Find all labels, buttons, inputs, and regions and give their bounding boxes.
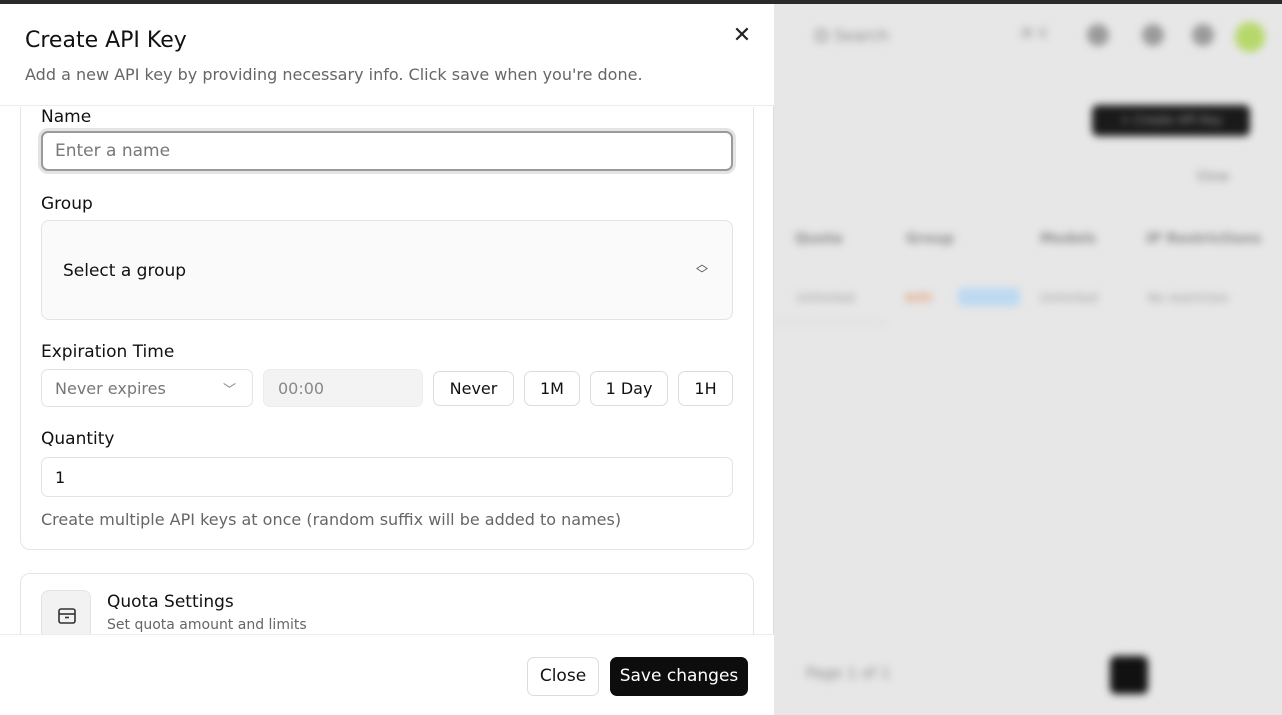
group-label: Group xyxy=(41,194,93,214)
quota-settings-card[interactable]: Quota Settings Set quota amount and limi… xyxy=(20,573,754,634)
quick-1h-button[interactable]: 1H xyxy=(678,371,733,406)
quantity-help-text: Create multiple API keys at once (random… xyxy=(41,510,622,529)
quick-never-button[interactable]: Never xyxy=(433,371,514,406)
theme-icon xyxy=(1192,24,1214,46)
wrench-icon xyxy=(1142,24,1164,46)
close-icon[interactable]: ✕ xyxy=(728,22,756,50)
expiration-label: Expiration Time xyxy=(41,342,175,362)
save-changes-button[interactable]: Save changes xyxy=(610,657,748,696)
bg-pagination: Page 1 of 1 xyxy=(806,664,891,682)
dialog-title: Create API Key xyxy=(25,28,187,53)
name-label: Name xyxy=(41,107,92,127)
quota-settings-title: Quota Settings xyxy=(107,592,234,612)
bg-tag xyxy=(958,288,1020,306)
dialog-footer: Close Save changes xyxy=(0,634,774,715)
bg-page-current xyxy=(1110,656,1148,694)
name-input[interactable] xyxy=(41,131,733,171)
bg-col-group: Group xyxy=(906,231,955,247)
bg-col-quota: Quota xyxy=(795,231,843,247)
create-api-key-dialog: Create API Key Add a new API key by prov… xyxy=(0,4,774,715)
expiration-select-value: Never expires xyxy=(55,379,166,398)
chevron-down-icon: ﹀ xyxy=(222,383,236,398)
settings-icon xyxy=(1087,24,1109,46)
bg-col-ip: IP Restrictions xyxy=(1146,231,1262,247)
chevron-up-down-icon: ︿ ﹀ xyxy=(695,257,708,281)
quota-settings-subtitle: Set quota amount and limits xyxy=(107,617,307,633)
avatar xyxy=(1235,22,1265,52)
group-select-value: Select a group xyxy=(63,261,187,281)
expiration-select[interactable]: Never expires ﹀ xyxy=(41,369,253,407)
dialog-subtitle: Add a new API key by providing necessary… xyxy=(25,65,643,84)
quantity-input[interactable]: 1 xyxy=(41,457,733,497)
bg-shortcut: ⌘ K xyxy=(1020,26,1048,42)
bg-view-button: View xyxy=(1196,169,1230,185)
wallet-icon xyxy=(41,590,91,634)
quantity-label: Quantity xyxy=(41,429,115,449)
bg-search: Search xyxy=(815,26,889,45)
bg-cell-quota: Unlimited xyxy=(797,291,855,305)
close-button[interactable]: Close xyxy=(527,657,599,696)
bg-divider xyxy=(775,322,885,323)
bg-cell-models: Unlimited xyxy=(1040,291,1098,305)
quick-1m-button[interactable]: 1M xyxy=(524,371,580,406)
search-icon xyxy=(815,29,828,42)
quantity-value: 1 xyxy=(55,468,66,487)
bg-create-button: + Create API Key xyxy=(1092,105,1250,136)
bg-cell-group: auto xyxy=(905,290,933,304)
group-select[interactable]: Select a group ︿ ﹀ xyxy=(41,220,733,320)
expiration-time-input[interactable]: 00:00 xyxy=(263,369,423,407)
dialog-body[interactable]: Name Group Select a group ︿﹀ Expiration … xyxy=(0,107,774,634)
bg-col-models: Models xyxy=(1040,231,1097,247)
bg-cell-ip: No restriction xyxy=(1148,291,1229,305)
expiration-time-value: 00:00 xyxy=(278,379,325,398)
dialog-header: Create API Key Add a new API key by prov… xyxy=(0,4,774,106)
quick-1day-button[interactable]: 1 Day xyxy=(590,371,668,406)
